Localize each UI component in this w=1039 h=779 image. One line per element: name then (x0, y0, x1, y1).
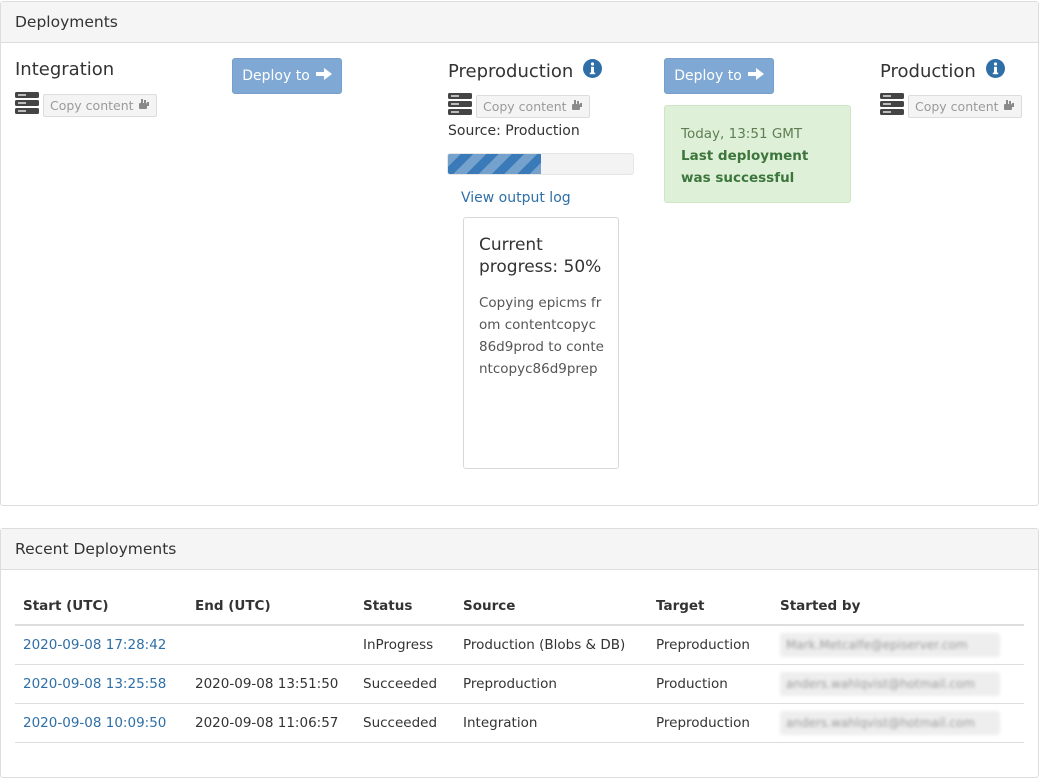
source: Preproduction (455, 664, 648, 704)
copy-content-button-integration[interactable]: Copy content (43, 93, 157, 117)
env-title-integration: Integration (15, 59, 115, 80)
column-header: End (UTC) (187, 592, 355, 626)
last-deployment-message: Last deployment was successful (681, 148, 809, 186)
start-time-link[interactable]: 2020-09-08 10:09:50 (15, 703, 187, 743)
source: Integration (455, 703, 648, 743)
column-header: Status (355, 592, 455, 626)
view-output-log-link[interactable]: View output log (461, 190, 571, 206)
server-stack-icon (15, 92, 39, 118)
table-row: 2020-09-08 17:28:42 InProgress Productio… (15, 625, 1024, 665)
deploy-to-preproduction-button[interactable]: Deploy to (232, 58, 342, 94)
current-progress-card: Current progress: 50% Copying epicms fro… (463, 217, 619, 469)
column-header: Started by (772, 592, 1024, 626)
deployments-panel: Deployments Integration Copy content Dep… (0, 1, 1039, 506)
started-by-email: anders.wahlqvist@hotmail.com (780, 710, 1000, 735)
recent-deployments-table: Start (UTC) End (UTC) Status Source Targ… (15, 592, 1024, 743)
table-row: 2020-09-08 13:25:58 2020-09-08 13:51:50 … (15, 664, 1024, 704)
column-header: Source (455, 592, 648, 626)
server-stack-icon (448, 93, 472, 119)
target: Production (648, 664, 772, 704)
last-deployment-time: Today, 13:51 GMT (681, 126, 803, 142)
status: Succeeded (355, 664, 455, 704)
source: Production (Blobs & DB) (455, 625, 648, 665)
arrow-right-icon (315, 68, 332, 84)
recent-deployments-title: Recent Deployments (1, 529, 1038, 570)
copy-content-button-preproduction[interactable]: Copy content (476, 94, 590, 118)
arrow-right-icon (747, 68, 764, 84)
current-progress-heading: Current progress: 50% (479, 235, 602, 277)
deployment-source-text: Source: Production (448, 123, 580, 139)
last-deployment-alert: Today, 13:51 GMT Last deployment was suc… (664, 105, 851, 203)
env-title-production: Production (880, 59, 1005, 83)
column-header: Target (648, 592, 772, 626)
deployments-panel-title: Deployments (1, 2, 1038, 43)
target: Preproduction (648, 703, 772, 743)
copy-hand-icon (1003, 96, 1015, 117)
env-actions-production: Copy content (880, 93, 1022, 119)
status: Succeeded (355, 703, 455, 743)
target: Preproduction (648, 625, 772, 665)
end-time (187, 625, 355, 665)
start-time-link[interactable]: 2020-09-08 13:25:58 (15, 664, 187, 704)
end-time: 2020-09-08 13:51:50 (187, 664, 355, 704)
info-circle-icon[interactable] (985, 59, 1005, 83)
status: InProgress (355, 625, 455, 665)
recent-deployments-panel: Recent Deployments Start (UTC) End (UTC)… (0, 528, 1039, 778)
info-circle-icon[interactable] (583, 59, 603, 83)
table-row: 2020-09-08 10:09:50 2020-09-08 11:06:57 … (15, 703, 1024, 743)
copy-content-button-production[interactable]: Copy content (908, 94, 1022, 118)
started-by-email: Mark.Metcalfe@episerver.com (780, 632, 1000, 657)
column-header: Start (UTC) (15, 592, 187, 626)
env-title-preproduction: Preproduction (448, 59, 603, 83)
current-progress-detail: Copying epicms from contentcopyc86d9prod… (479, 295, 604, 377)
deployment-progress-fill (448, 154, 541, 174)
deployment-progress-bar (447, 153, 634, 175)
started-by-email: anders.wahlqvist@hotmail.com (780, 671, 1000, 696)
copy-hand-icon (571, 96, 583, 117)
env-actions-integration: Copy content (15, 92, 157, 118)
env-actions-preproduction: Copy content (448, 93, 590, 119)
table-header-row: Start (UTC) End (UTC) Status Source Targ… (15, 592, 1024, 626)
start-time-link[interactable]: 2020-09-08 17:28:42 (15, 625, 187, 665)
copy-hand-icon (138, 95, 150, 116)
server-stack-icon (880, 93, 904, 119)
end-time: 2020-09-08 11:06:57 (187, 703, 355, 743)
deploy-to-production-button[interactable]: Deploy to (664, 58, 774, 94)
